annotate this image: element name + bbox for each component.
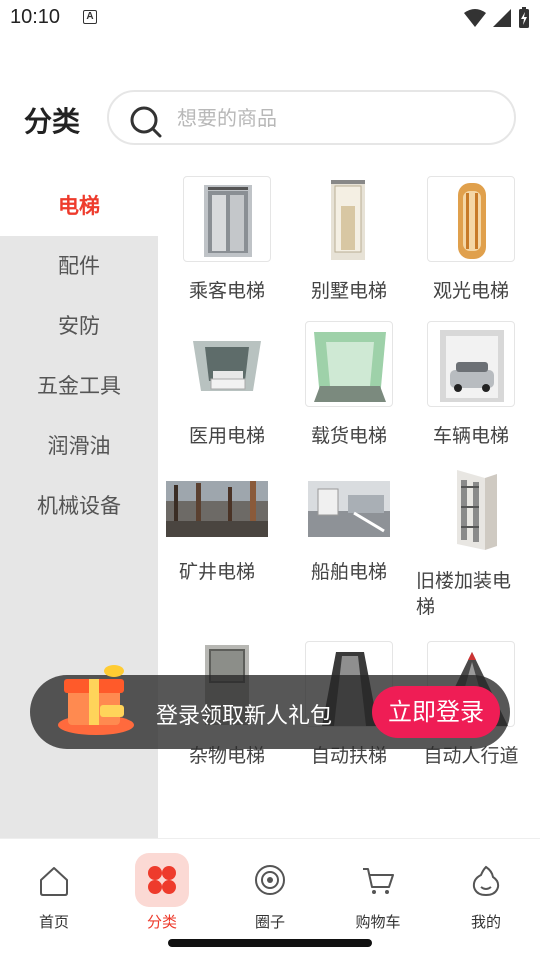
status-time: 10:10 [10, 6, 61, 28]
page-title: 分类 [24, 105, 81, 138]
product-item[interactable]: 医用电梯 [166, 321, 288, 449]
tab-category[interactable]: 分类 [122, 853, 202, 932]
search-input[interactable] [177, 104, 477, 132]
product-label: 旧楼加装电梯 [416, 570, 512, 618]
notification-icon: A [83, 10, 97, 24]
ship-elevator-image [308, 475, 390, 543]
passenger-elevator-image [183, 176, 271, 262]
search-bar[interactable] [107, 90, 516, 145]
banner-text: 登录领取新人礼包 [156, 704, 333, 729]
circle-icon [243, 853, 297, 907]
product-label: 观光电梯 [432, 280, 509, 302]
signal-icon [493, 9, 511, 27]
sidebar-item-security[interactable]: 安防 [0, 296, 158, 356]
sidebar-item-parts[interactable]: 配件 [0, 236, 158, 296]
product-label: 车辆电梯 [432, 425, 509, 447]
tab-home[interactable]: 首页 [14, 853, 94, 932]
sidebar-item-lubricant[interactable]: 润滑油 [0, 416, 158, 476]
tab-label: 分类 [146, 913, 177, 931]
product-label: 别墅电梯 [310, 280, 387, 302]
login-banner[interactable]: 登录领取新人礼包 立即登录 [30, 665, 510, 749]
sightseeing-elevator-image [427, 176, 515, 262]
tab-cart[interactable]: 购物车 [338, 853, 418, 932]
product-label: 船舶电梯 [310, 561, 387, 583]
sidebar-item-elevator[interactable]: 电梯 [0, 176, 158, 236]
search-icon [130, 106, 162, 138]
product-item[interactable]: 载货电梯 [288, 321, 410, 449]
tab-label: 购物车 [355, 913, 401, 931]
product-label: 医用电梯 [188, 425, 265, 447]
product-label: 矿井电梯 [178, 561, 255, 583]
product-item[interactable]: 观光电梯 [410, 176, 532, 304]
retrofit-elevator-image [427, 466, 515, 552]
medical-elevator-image [183, 321, 271, 407]
car-elevator-image [427, 321, 515, 407]
battery-icon [519, 7, 529, 28]
wifi-icon [464, 9, 486, 27]
mine-elevator-image [166, 475, 268, 543]
login-button[interactable]: 立即登录 [372, 686, 500, 738]
villa-elevator-image [305, 176, 393, 262]
tab-label: 首页 [38, 913, 69, 931]
tab-label: 我的 [470, 913, 501, 931]
profile-icon [459, 853, 513, 907]
product-item[interactable]: 旧楼加装电梯 [410, 466, 532, 620]
home-icon [27, 853, 81, 907]
product-item[interactable]: 乘客电梯 [166, 176, 288, 304]
product-label: 乘客电梯 [188, 280, 265, 302]
home-indicator [168, 939, 372, 947]
product-item[interactable]: 车辆电梯 [410, 321, 532, 449]
product-item[interactable]: 矿井电梯 [156, 466, 278, 585]
product-item[interactable]: 别墅电梯 [288, 176, 410, 304]
sidebar-item-hardware[interactable]: 五金工具 [0, 356, 158, 416]
product-label: 载货电梯 [310, 425, 387, 447]
tab-profile[interactable]: 我的 [446, 853, 526, 932]
cart-icon [351, 853, 405, 907]
tab-label: 圈子 [254, 913, 285, 931]
gift-icon [58, 665, 134, 735]
tab-circle[interactable]: 圈子 [230, 853, 310, 932]
category-icon [135, 853, 189, 907]
sidebar-item-machinery[interactable]: 机械设备 [0, 476, 158, 536]
product-item[interactable]: 船舶电梯 [288, 466, 410, 585]
status-bar: 10:10 A [0, 0, 540, 36]
freight-elevator-image [305, 321, 393, 407]
